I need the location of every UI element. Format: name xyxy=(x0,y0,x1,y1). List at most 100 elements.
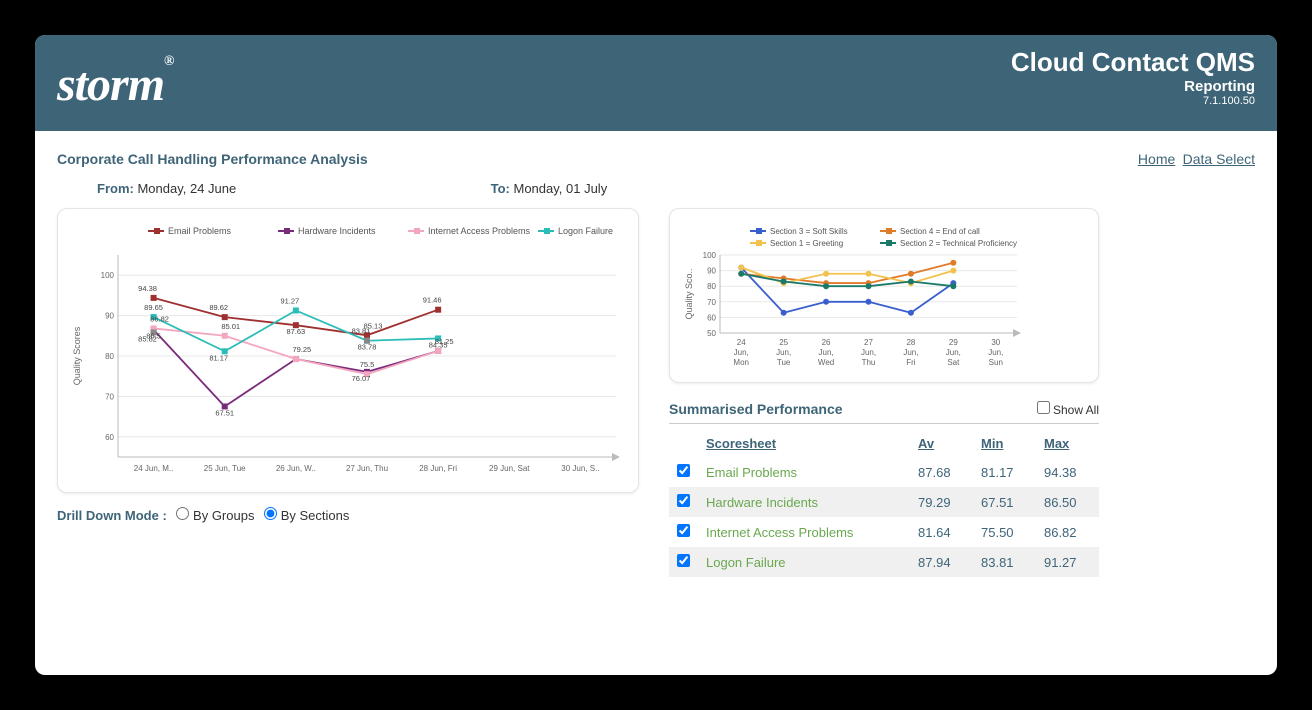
svg-text:Quality Scores: Quality Scores xyxy=(72,326,82,385)
svg-text:100: 100 xyxy=(101,271,115,280)
min-value: 75.50 xyxy=(973,517,1036,547)
to-date: Monday, 01 July xyxy=(514,181,608,196)
quality-scores-chart: Email ProblemsHardware IncidentsInternet… xyxy=(68,219,628,479)
min-value: 67.51 xyxy=(973,487,1036,517)
main-chart-card: Email ProblemsHardware IncidentsInternet… xyxy=(57,208,639,493)
svg-text:89.65: 89.65 xyxy=(144,303,163,312)
max-value: 91.27 xyxy=(1036,547,1099,577)
svg-text:Internet Access Problems: Internet Access Problems xyxy=(428,226,531,236)
svg-text:Thu: Thu xyxy=(862,358,876,367)
svg-text:Jun,: Jun, xyxy=(861,348,876,357)
svg-text:Section 2 = Technical Proficie: Section 2 = Technical Proficiency xyxy=(900,239,1017,248)
scoresheet-name: Internet Access Problems xyxy=(698,517,910,547)
svg-text:Jun,: Jun, xyxy=(734,348,749,357)
svg-text:91.46: 91.46 xyxy=(423,296,442,305)
svg-text:76.07: 76.07 xyxy=(352,374,371,383)
svg-text:91.27: 91.27 xyxy=(280,296,299,305)
svg-text:Jun,: Jun, xyxy=(903,348,918,357)
table-row[interactable]: Email Problems 87.68 81.17 94.38 xyxy=(669,457,1099,487)
svg-text:60: 60 xyxy=(707,313,716,322)
date-range: From: Monday, 24 June To: Monday, 01 Jul… xyxy=(97,181,1255,196)
page-title: Corporate Call Handling Performance Anal… xyxy=(57,151,368,167)
svg-text:50: 50 xyxy=(707,329,716,338)
max-value: 86.82 xyxy=(1036,517,1099,547)
av-value: 81.64 xyxy=(910,517,973,547)
svg-text:100: 100 xyxy=(703,251,717,260)
min-value: 83.81 xyxy=(973,547,1036,577)
svg-text:Section 1 = Greeting: Section 1 = Greeting xyxy=(770,239,843,248)
svg-text:Email Problems: Email Problems xyxy=(168,226,232,236)
svg-text:81.17: 81.17 xyxy=(209,353,228,362)
drill-down-mode: Drill Down Mode : By Groups By Sections xyxy=(57,507,639,523)
scoresheet-name: Email Problems xyxy=(698,457,910,487)
app-version: 7.1.100.50 xyxy=(1011,95,1255,107)
summary-title: Summarised Performance xyxy=(669,401,843,417)
header: storm® Cloud Contact QMS Reporting 7.1.1… xyxy=(35,35,1277,131)
row-checkbox[interactable] xyxy=(677,554,690,567)
svg-text:Section 4 = End of call: Section 4 = End of call xyxy=(900,227,980,236)
summary-table: Scoresheet Av Min Max Email Problems 87.… xyxy=(669,430,1099,577)
svg-text:85.01: 85.01 xyxy=(221,322,240,331)
svg-text:Logon Failure: Logon Failure xyxy=(558,226,613,236)
svg-text:89.62: 89.62 xyxy=(209,303,228,312)
svg-text:30: 30 xyxy=(991,338,1000,347)
svg-text:26: 26 xyxy=(822,338,831,347)
from-label: From: xyxy=(97,181,134,196)
summarised-performance-panel: Summarised Performance Show All Scoreshe… xyxy=(669,401,1099,577)
svg-text:25: 25 xyxy=(779,338,788,347)
svg-text:29: 29 xyxy=(949,338,958,347)
scoresheet-name: Logon Failure xyxy=(698,547,910,577)
svg-text:28: 28 xyxy=(906,338,915,347)
svg-text:Wed: Wed xyxy=(818,358,834,367)
svg-text:94.38: 94.38 xyxy=(138,284,157,293)
svg-text:86.82: 86.82 xyxy=(150,314,169,323)
max-value: 94.38 xyxy=(1036,457,1099,487)
svg-text:80: 80 xyxy=(707,282,716,291)
app-subtitle: Reporting xyxy=(1011,78,1255,95)
svg-text:26 Jun, W..: 26 Jun, W.. xyxy=(276,464,316,473)
logo: storm® xyxy=(57,57,174,112)
svg-text:81.25: 81.25 xyxy=(435,337,454,346)
show-all-checkbox[interactable] xyxy=(1037,401,1050,414)
svg-text:Fri: Fri xyxy=(906,358,916,367)
link-home[interactable]: Home xyxy=(1138,151,1175,167)
col-scoresheet[interactable]: Scoresheet xyxy=(698,430,910,457)
svg-text:80: 80 xyxy=(105,352,114,361)
row-checkbox[interactable] xyxy=(677,464,690,477)
svg-text:85.82: 85.82 xyxy=(138,334,157,343)
svg-text:30 Jun, S..: 30 Jun, S.. xyxy=(561,464,599,473)
svg-text:24: 24 xyxy=(737,338,746,347)
svg-text:Jun,: Jun, xyxy=(819,348,834,357)
app-window: storm® Cloud Contact QMS Reporting 7.1.1… xyxy=(35,35,1277,675)
link-data-select[interactable]: Data Select xyxy=(1183,151,1255,167)
svg-text:Jun,: Jun, xyxy=(988,348,1003,357)
radio-by-groups[interactable] xyxy=(176,507,189,520)
svg-text:87.63: 87.63 xyxy=(286,327,305,336)
svg-text:Jun,: Jun, xyxy=(946,348,961,357)
radio-by-sections[interactable] xyxy=(264,507,277,520)
svg-text:90: 90 xyxy=(707,267,716,276)
col-max[interactable]: Max xyxy=(1036,430,1099,457)
table-row[interactable]: Internet Access Problems 81.64 75.50 86.… xyxy=(669,517,1099,547)
row-checkbox[interactable] xyxy=(677,524,690,537)
av-value: 79.29 xyxy=(910,487,973,517)
table-row[interactable]: Hardware Incidents 79.29 67.51 86.50 xyxy=(669,487,1099,517)
scoresheet-name: Hardware Incidents xyxy=(698,487,910,517)
max-value: 86.50 xyxy=(1036,487,1099,517)
svg-text:25 Jun, Tue: 25 Jun, Tue xyxy=(204,464,246,473)
svg-text:79.25: 79.25 xyxy=(292,345,311,354)
av-value: 87.68 xyxy=(910,457,973,487)
col-min[interactable]: Min xyxy=(973,430,1036,457)
svg-text:70: 70 xyxy=(707,298,716,307)
svg-text:27: 27 xyxy=(864,338,873,347)
row-checkbox[interactable] xyxy=(677,494,690,507)
svg-text:90: 90 xyxy=(105,312,114,321)
svg-text:67.51: 67.51 xyxy=(215,408,234,417)
app-title: Cloud Contact QMS xyxy=(1011,47,1255,78)
from-date: Monday, 24 June xyxy=(137,181,236,196)
svg-text:83.78: 83.78 xyxy=(358,343,377,352)
col-av[interactable]: Av xyxy=(910,430,973,457)
av-value: 87.94 xyxy=(910,547,973,577)
svg-text:Mon: Mon xyxy=(733,358,749,367)
table-row[interactable]: Logon Failure 87.94 83.81 91.27 xyxy=(669,547,1099,577)
